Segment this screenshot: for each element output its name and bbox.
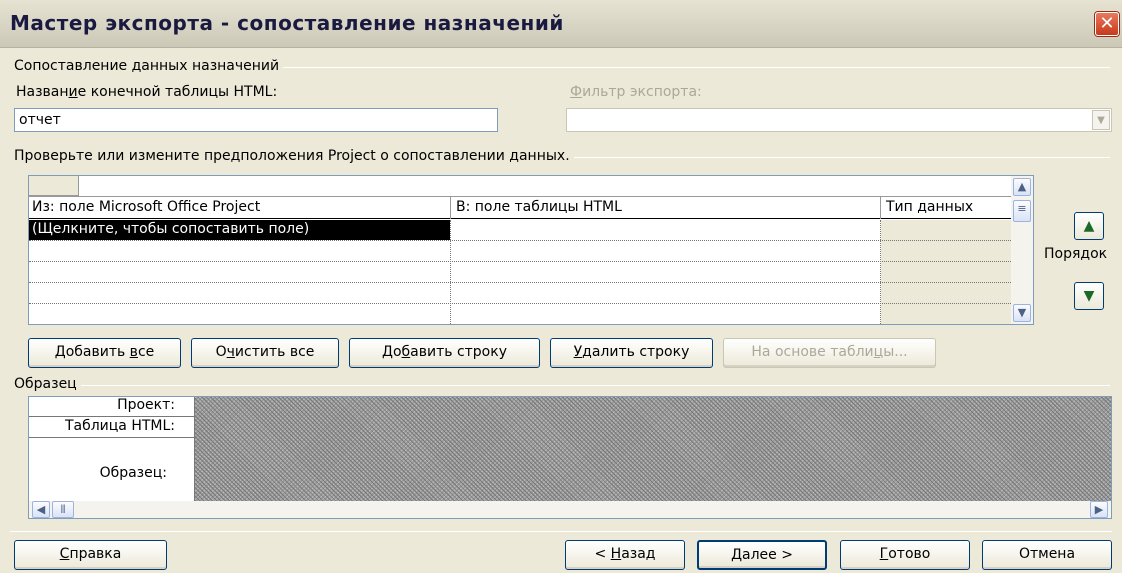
arrow-down-icon: ▼ [1083, 288, 1095, 304]
hscroll-thumb[interactable]: ⦀ [52, 501, 74, 518]
footer-divider [10, 531, 1112, 532]
table-row[interactable] [29, 240, 1011, 241]
close-icon: ✕ [1099, 13, 1115, 34]
sample-group-label: Образец [14, 376, 81, 392]
base-on-table-button: На основе таблицы... [723, 338, 936, 368]
scroll-left-icon[interactable]: ◀ [32, 501, 50, 518]
scroll-down-icon[interactable]: ▼ [1013, 304, 1031, 322]
window-title: Мастер экспорта - сопоставление назначен… [10, 11, 564, 35]
grid-col-from: Из: поле Microsoft Office Project [32, 199, 261, 215]
grid-col-divider [450, 197, 451, 219]
close-button[interactable]: ✕ [1095, 12, 1119, 36]
grid-col-type: Тип данных [886, 199, 974, 215]
scroll-right-icon[interactable]: ▶ [1090, 501, 1108, 518]
order-label: Порядок [1044, 246, 1108, 262]
delete-row-button[interactable]: Удалить строку [550, 338, 713, 368]
verify-group-label: Проверьте или измените предположения Pro… [14, 148, 574, 164]
chevron-down-icon[interactable]: ▼ [1092, 110, 1110, 130]
arrow-up-icon: ▲ [1083, 218, 1095, 234]
table-row[interactable] [29, 261, 1011, 262]
dest-table-label: Название конечной таблицы HTML: [16, 84, 278, 100]
sample-sample-label: Образец: [99, 465, 167, 481]
sample-project-label: Проект: [29, 397, 195, 417]
help-button[interactable]: Справка [14, 540, 167, 570]
sample-table-label: Таблица HTML: [29, 418, 195, 438]
add-row-button[interactable]: Добавить строку [349, 338, 540, 368]
sample-preview-area [195, 397, 1111, 501]
scroll-thumb[interactable]: ≡ [1013, 200, 1031, 222]
sample-hscroll[interactable] [29, 501, 1111, 518]
export-filter-label: Фильтр экспорта: [570, 84, 702, 100]
finish-button[interactable]: Готово [840, 540, 970, 570]
grid-vscroll[interactable] [1011, 176, 1033, 324]
clear-all-button[interactable]: Очистить все [191, 338, 339, 368]
back-button[interactable]: < Назад [565, 540, 685, 570]
sample-group-frame [14, 385, 1110, 386]
cancel-button[interactable]: Отмена [982, 540, 1112, 570]
grid-col-divider [880, 197, 881, 219]
order-down-button[interactable]: ▼ [1074, 282, 1104, 310]
table-row[interactable] [29, 282, 1011, 283]
grid-col-line [450, 220, 451, 324]
grid-col-to: В: поле таблицы HTML [456, 199, 622, 215]
table-row[interactable] [29, 303, 1011, 304]
export-filter-select[interactable] [566, 108, 1112, 132]
order-up-button[interactable]: ▲ [1074, 212, 1104, 240]
scroll-up-icon[interactable]: ▲ [1013, 178, 1031, 196]
next-button[interactable]: Далее > [697, 540, 827, 570]
add-all-button[interactable]: Добавить все [28, 338, 181, 368]
grid-edit-selector[interactable] [29, 176, 79, 196]
grid-row-selected[interactable]: (Щелкните, чтобы сопоставить поле) [29, 220, 450, 240]
grid-type-column [881, 220, 1011, 324]
dest-table-input[interactable]: отчет [14, 108, 498, 132]
mapping-group-label: Сопоставление данных назначений [14, 58, 284, 74]
